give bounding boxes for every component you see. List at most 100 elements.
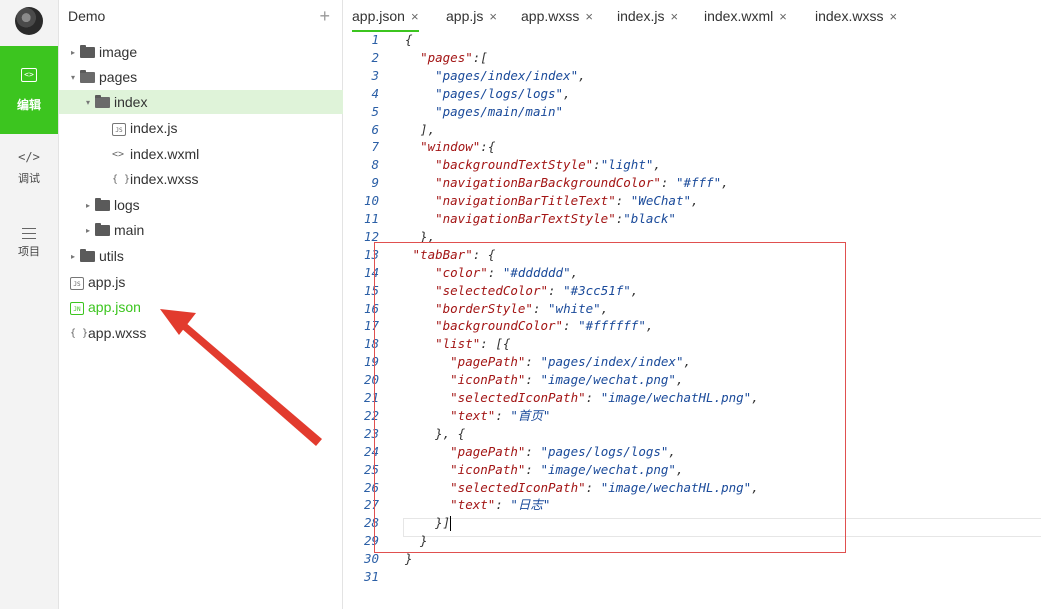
line-number: 20 xyxy=(363,372,379,388)
code-line[interactable]: 10 "navigationBarTitleText": "WeChat", xyxy=(343,192,1041,210)
code-text: "tabBar": { xyxy=(412,246,496,262)
code-line[interactable]: 14 "color": "#dddddd", xyxy=(343,264,1041,282)
line-number: 6 xyxy=(371,121,379,137)
line-number: 30 xyxy=(363,551,379,567)
code-line[interactable]: 31 xyxy=(343,568,1041,586)
tree-file-app-js[interactable]: JS app.js xyxy=(59,270,353,294)
code-line[interactable]: 9 "navigationBarBackgroundColor": "#fff"… xyxy=(343,174,1041,192)
close-icon[interactable]: × xyxy=(489,9,497,24)
tree-file-app-json[interactable]: JN app.json xyxy=(59,295,353,319)
line-number: 23 xyxy=(363,425,379,441)
line-number: 7 xyxy=(371,139,379,155)
code-line[interactable]: 8 "backgroundTextStyle":"light", xyxy=(343,156,1041,174)
code-text: "window":{ xyxy=(420,139,496,155)
close-icon[interactable]: × xyxy=(779,9,787,24)
code-line[interactable]: 3 "pages/index/index", xyxy=(343,67,1041,85)
code-text: "pages/main/main" xyxy=(435,103,564,119)
code-line[interactable]: 30} xyxy=(343,550,1041,568)
tab-app-json[interactable]: app.json × xyxy=(352,0,419,32)
js-file-icon: JS xyxy=(70,276,84,290)
code-line[interactable]: 20 "iconPath": "image/wechat.png", xyxy=(343,371,1041,389)
line-number: 29 xyxy=(363,533,379,549)
tree-folder-utils[interactable]: ▸ utils xyxy=(59,244,351,268)
code-line[interactable]: 12 }, xyxy=(343,228,1041,246)
line-number: 22 xyxy=(363,407,379,423)
code-line[interactable]: 21 "selectedIconPath": "image/wechatHL.p… xyxy=(343,389,1041,407)
tree-folder-index[interactable]: ▾ index xyxy=(59,90,366,114)
close-icon[interactable]: × xyxy=(411,9,419,24)
code-line[interactable]: 19 "pagePath": "pages/index/index", xyxy=(343,353,1041,371)
line-number: 10 xyxy=(363,193,379,209)
tab-app-wxss[interactable]: app.wxss × xyxy=(521,0,593,32)
tab-index-wxss[interactable]: index.wxss × xyxy=(815,0,897,32)
code-line[interactable]: 24 "pagePath": "pages/logs/logs", xyxy=(343,443,1041,461)
tab-label: app.json xyxy=(352,8,405,24)
collapse-arrow-icon: ▾ xyxy=(70,73,75,83)
code-text: "selectedColor": "#3cc51f", xyxy=(435,282,639,298)
code-line[interactable]: 1{ xyxy=(343,31,1041,49)
expand-arrow-icon: ▸ xyxy=(70,48,75,58)
code-text: }, { xyxy=(405,425,466,441)
code-line[interactable]: 18 "list": [{ xyxy=(343,335,1041,353)
code-line[interactable]: 23 }, { xyxy=(343,425,1041,443)
code-line[interactable]: 25 "iconPath": "image/wechat.png", xyxy=(343,461,1041,479)
close-icon[interactable]: × xyxy=(889,9,897,24)
close-icon[interactable]: × xyxy=(670,9,678,24)
activity-edit[interactable]: <> 编辑 xyxy=(0,46,58,134)
code-text: "pagePath": "pages/index/index", xyxy=(450,354,692,370)
tree-folder-image[interactable]: ▸ image xyxy=(59,40,351,64)
js-file-icon: JS xyxy=(112,122,126,136)
tab-index-wxml[interactable]: index.wxml × xyxy=(704,0,787,32)
code-line[interactable]: 29 } xyxy=(343,532,1041,550)
folder-open-icon xyxy=(80,69,95,83)
editor-tabs: app.json × app.js × app.wxss × index.js × in… xyxy=(343,0,1041,32)
line-number: 4 xyxy=(371,85,379,101)
tree-folder-pages[interactable]: ▾ pages xyxy=(59,65,351,89)
tab-index-js[interactable]: index.js × xyxy=(617,0,678,32)
code-editor[interactable]: app.json × app.js × app.wxss × index.js × in… xyxy=(343,0,1041,609)
tab-label: index.wxml xyxy=(704,8,774,24)
code-icon: <> xyxy=(21,68,37,82)
code-line[interactable]: 2 "pages":[ xyxy=(343,49,1041,67)
code-text: "selectedIconPath": "image/wechatHL.png"… xyxy=(450,479,759,495)
activity-debug[interactable]: </> 调试 xyxy=(0,150,58,194)
code-line[interactable]: 13 "tabBar": { xyxy=(343,246,1041,264)
line-number: 5 xyxy=(371,103,379,119)
avatar[interactable] xyxy=(15,7,43,35)
tree-folder-main[interactable]: ▸ main xyxy=(59,218,366,242)
code-line[interactable]: 15 "selectedColor": "#3cc51f", xyxy=(343,282,1041,300)
code-text: }] xyxy=(405,515,452,532)
tab-app-js[interactable]: app.js × xyxy=(446,0,497,32)
code-line[interactable]: 27 "text": "日志" xyxy=(343,496,1041,514)
code-line[interactable]: 5 "pages/main/main" xyxy=(343,103,1041,121)
code-line[interactable]: 11 "navigationBarTextStyle":"black" xyxy=(343,210,1041,228)
code-text: "navigationBarTitleText": "WeChat", xyxy=(435,193,699,209)
code-text: "pages/index/index", xyxy=(435,67,586,83)
code-text: }, xyxy=(405,228,436,244)
code-line[interactable]: 26 "selectedIconPath": "image/wechatHL.p… xyxy=(343,479,1041,497)
tree-folder-logs[interactable]: ▸ logs xyxy=(59,193,366,217)
line-number: 1 xyxy=(371,32,379,47)
code-text: "text": "首页" xyxy=(450,407,551,423)
code-line[interactable]: 4 "pages/logs/logs", xyxy=(343,85,1041,103)
line-number: 19 xyxy=(363,354,379,370)
code-line[interactable]: 6 ], xyxy=(343,121,1041,139)
folder-open-icon xyxy=(95,94,110,108)
tab-label: app.wxss xyxy=(521,8,580,24)
add-file-button[interactable]: + xyxy=(319,0,330,32)
tree-file-app-wxss[interactable]: { }app.wxss xyxy=(59,321,353,345)
close-icon[interactable]: × xyxy=(585,9,593,24)
code-text: "pagePath": "pages/logs/logs", xyxy=(450,443,676,459)
code-line[interactable]: 7 "window":{ xyxy=(343,138,1041,156)
code-line[interactable]: 22 "text": "首页" xyxy=(343,407,1041,425)
code-line[interactable]: 17 "backgroundColor": "#ffffff", xyxy=(343,317,1041,335)
activity-project[interactable]: 项目 xyxy=(0,228,58,272)
line-number: 25 xyxy=(363,461,379,477)
tree-item-label: index.wxss xyxy=(130,171,199,187)
tree-item-label: image xyxy=(99,44,138,60)
code-line[interactable]: 16 "borderStyle": "white", xyxy=(343,300,1041,318)
line-number: 14 xyxy=(363,264,379,280)
code-line[interactable]: 28 }] xyxy=(343,514,1041,532)
tree-item-label: app.json xyxy=(88,299,141,315)
json-file-icon: JN xyxy=(70,301,84,315)
